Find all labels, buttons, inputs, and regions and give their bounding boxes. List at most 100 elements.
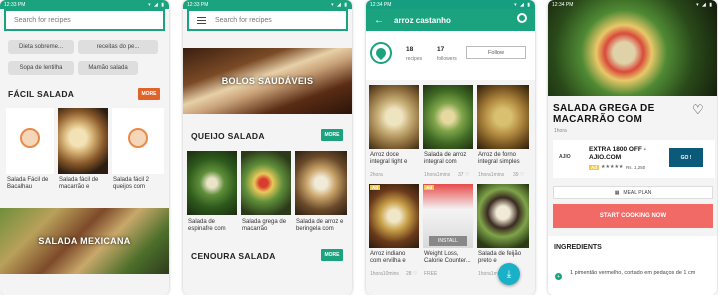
chip-sopa[interactable]: Sopa de lentilha xyxy=(8,61,74,75)
recipe-hero-image xyxy=(548,0,717,96)
ad-go-button[interactable]: GO ! xyxy=(669,148,703,167)
phone-screen-home: 12:33 PM ▾ ◢ ▮ Search for recipes Dieta … xyxy=(0,0,169,295)
recipe-time: 1hora1mins xyxy=(424,172,451,178)
profile-title: arroz castanho xyxy=(394,15,451,25)
category-banner-mexicana[interactable]: SALADA MEXICANA xyxy=(0,208,169,274)
search-input[interactable]: Search for recipes xyxy=(4,9,165,31)
recipe-caption: Arroz doce integral light e xyxy=(370,152,408,165)
recipe-caption: Salada de arroz e beringela com xyxy=(296,219,344,232)
recipe-time: 1hora xyxy=(554,128,567,134)
download-icon: ⤓ xyxy=(506,268,512,280)
ad-thumb[interactable]: Ad INSTALL xyxy=(423,184,473,248)
chip-dieta[interactable]: Dieta sobreme... xyxy=(8,40,74,54)
more-button[interactable]: MORE xyxy=(321,129,343,141)
menu-icon[interactable] xyxy=(197,16,206,24)
install-button[interactable]: INSTALL xyxy=(429,236,467,246)
status-time: 12:34 PM xyxy=(552,1,574,8)
start-cooking-button[interactable]: START COOKING NOW xyxy=(553,204,713,228)
recipe-caption: Arroz de forno integral simples xyxy=(478,152,520,165)
ad-price-free: FREE xyxy=(424,271,438,277)
banner-label: BOLOS SAUDÁVEIS xyxy=(221,76,314,86)
back-arrow-icon[interactable]: ← xyxy=(374,15,384,26)
status-time: 12:34 PM xyxy=(370,1,392,8)
recipe-thumb-rice[interactable] xyxy=(295,151,347,215)
chef-logo-icon xyxy=(20,128,40,148)
recipe-caption: Salada de feijão preto e xyxy=(478,251,522,264)
recipe-thumb-spinach[interactable] xyxy=(187,151,237,215)
avatar xyxy=(370,42,392,64)
status-bar: 12:34 PM ▾ ◢ ▮ xyxy=(366,0,535,9)
search-placeholder: Search for recipes xyxy=(215,16,272,24)
ingredients-section: INGREDIENTS + 1 pimentão vermelho, corta… xyxy=(548,236,717,295)
more-button[interactable]: MORE xyxy=(138,88,160,100)
followers-count: 17 xyxy=(437,46,445,53)
ad-brand-logo: AJIO xyxy=(559,154,571,160)
add-ingredient-icon[interactable]: + xyxy=(555,273,562,280)
heart-logo-icon xyxy=(373,45,389,61)
ad-rating-stars: ★★★★★ xyxy=(601,164,624,170)
recipe-thumb-placeholder[interactable] xyxy=(6,108,54,174)
recipe-thumb-grid[interactable] xyxy=(477,184,529,248)
recipe-thumb-grid[interactable] xyxy=(369,85,419,149)
ingredient-item: 1 pimentão vermelho, cortado em pedaços … xyxy=(570,270,696,276)
recipe-thumb-grid[interactable]: Ad xyxy=(369,184,419,248)
recipe-caption: Salada fácil de macarrão e xyxy=(59,177,99,190)
more-button[interactable]: MORE xyxy=(321,249,343,261)
recipe-caption: Salada fácil 2 queijos com xyxy=(113,177,150,190)
meal-plan-label: MEAL PLAN xyxy=(623,189,652,196)
status-icons: ▾ ◢ ▮ xyxy=(514,1,531,8)
search-placeholder: Search for recipes xyxy=(14,16,71,24)
ingredients-title: INGREDIENTS xyxy=(554,244,602,251)
chip-mamao[interactable]: Mamão salada xyxy=(78,61,138,75)
ad-badge: Ad xyxy=(370,185,380,190)
chip-receitas[interactable]: receitas do pe... xyxy=(78,40,158,54)
download-fab[interactable]: ⤓ xyxy=(498,263,520,285)
banner-label: SALADA MEXICANA xyxy=(38,236,131,246)
phone-screen-recipe-detail: 12:34 PM ▾ ◢ ▮ SALADA GREGA DE MACARRÃO … xyxy=(548,0,717,295)
favorite-heart-icon[interactable]: ♡ xyxy=(692,103,705,116)
recipes-count: 18 xyxy=(406,46,414,53)
search-icon[interactable] xyxy=(517,13,527,23)
status-bar: 12:33 PM ▾ ◢ ▮ xyxy=(0,0,169,9)
status-icons: ▾ ◢ ▮ xyxy=(696,1,713,8)
search-input[interactable]: Search for recipes xyxy=(187,9,348,31)
chip-label: Dieta sobreme... xyxy=(18,44,64,50)
meal-plan-button[interactable]: ▦ MEAL PLAN xyxy=(553,186,713,199)
category-banner-bolos[interactable]: BOLOS SAUDÁVEIS xyxy=(183,48,352,114)
status-bar: 12:34 PM ▾ ◢ ▮ xyxy=(548,0,717,9)
recipe-likes: 37 ♡ xyxy=(458,172,470,178)
ad-banner[interactable]: AJIO EXTRA 1800 OFF - AJIO.COM Ad ★★★★★ … xyxy=(553,140,715,178)
recipe-time: 1hora1mins xyxy=(478,172,505,178)
section-title: QUEIJO SALADA xyxy=(191,131,265,141)
recipe-caption: Salada de arroz integral com xyxy=(424,152,467,165)
recipe-thumb-pasta[interactable] xyxy=(58,108,108,174)
recipe-caption: Salada de espinafre com xyxy=(188,219,226,232)
recipe-time: 2hora xyxy=(370,172,383,178)
recipe-caption: Salada grega de macarrão xyxy=(242,219,287,232)
section-title: FÁCIL SALADA xyxy=(8,89,75,99)
chip-label: Mamão salada xyxy=(88,65,128,71)
recipe-time: 1hora10mins xyxy=(370,271,399,277)
section-title: CENOURA SALADA xyxy=(191,251,276,261)
status-time: 12:33 PM xyxy=(187,1,209,8)
chip-label: receitas do pe... xyxy=(96,44,140,50)
chip-label: Sopa de lentilha xyxy=(19,65,63,71)
status-icons: ▾ ◢ ▮ xyxy=(148,1,165,8)
recipe-caption: Weight Loss, Calorie Counter... xyxy=(424,251,471,264)
recipe-thumb-grid[interactable] xyxy=(477,85,529,149)
recipe-title: SALADA GREGA DE MACARRÃO COM xyxy=(553,103,655,125)
ad-title: EXTRA 1800 OFF - AJIO.COM xyxy=(589,146,646,161)
profile-header: 18 recipes 17 followers Follow xyxy=(366,31,535,80)
phone-screen-categories: 12:33 PM ▾ ◢ ▮ Search for recipes BOLOS … xyxy=(183,0,352,295)
followers-label: followers xyxy=(437,56,457,62)
calendar-icon: ▦ xyxy=(614,189,620,196)
status-time: 12:33 PM xyxy=(4,1,26,8)
follow-button[interactable]: Follow xyxy=(466,46,526,59)
recipe-thumb-grid[interactable] xyxy=(423,85,473,149)
recipe-thumb-greek[interactable] xyxy=(241,151,291,215)
recipe-thumb-placeholder[interactable] xyxy=(112,108,164,174)
ad-price: Rs. 1,250 xyxy=(626,165,646,170)
ad-badge: Ad xyxy=(424,185,434,190)
recipe-caption: Arroz indiano com ervilha e xyxy=(370,251,406,264)
ad-badge: Ad xyxy=(589,165,599,170)
